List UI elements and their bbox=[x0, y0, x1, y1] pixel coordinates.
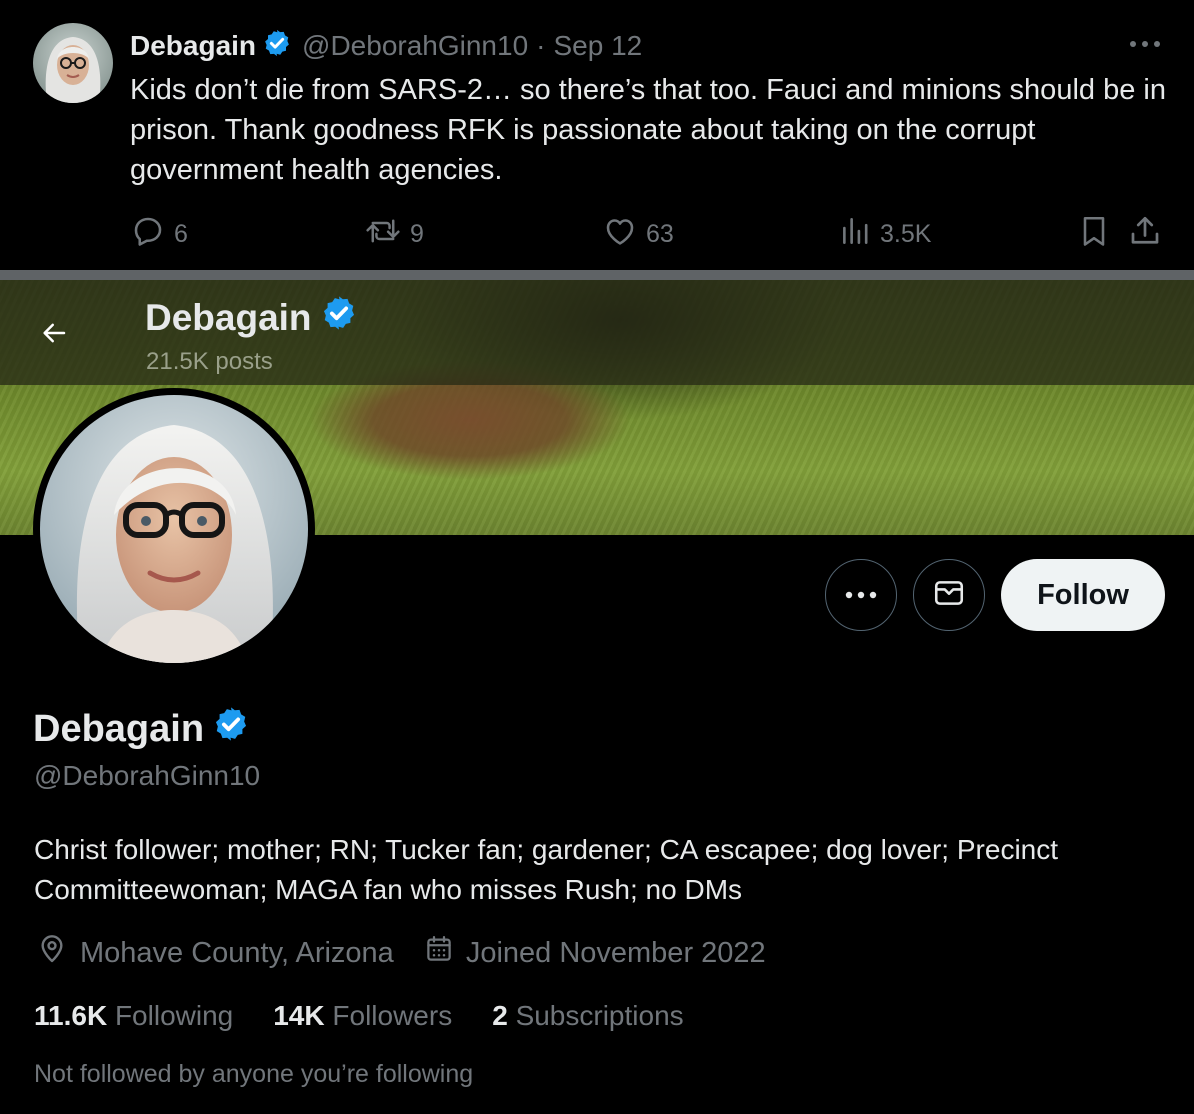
calendar-icon bbox=[424, 933, 466, 973]
views-button[interactable]: 3.5K bbox=[840, 212, 931, 256]
message-button[interactable] bbox=[913, 559, 985, 631]
tweet-header: Debagain @DeborahGinn10 · Sep 12 bbox=[130, 28, 642, 64]
verified-badge-icon[interactable] bbox=[262, 28, 292, 65]
follow-button[interactable]: Follow bbox=[1001, 559, 1165, 631]
location-pin-icon bbox=[36, 932, 80, 974]
followers-count: 14K bbox=[273, 1000, 325, 1031]
reply-count: 6 bbox=[174, 219, 188, 248]
profile-top-bar: Debagain 21.5K posts bbox=[0, 280, 1194, 385]
envelope-icon bbox=[932, 576, 966, 615]
verified-badge-icon[interactable] bbox=[320, 294, 358, 341]
followers-link[interactable]: 14K Followers bbox=[273, 1000, 452, 1032]
profile-stats: 11.6K Following 14K Followers 2 Subscrip… bbox=[34, 1000, 724, 1032]
back-arrow-icon[interactable] bbox=[34, 316, 74, 350]
separator-dot: · bbox=[536, 30, 546, 61]
subscriptions-link[interactable]: 2 Subscriptions bbox=[492, 1000, 683, 1032]
more-options-button[interactable] bbox=[825, 559, 897, 631]
like-button[interactable]: 63 bbox=[602, 212, 674, 256]
like-count: 63 bbox=[646, 219, 674, 248]
profile-meta: Mohave County, Arizona Joined November 2… bbox=[36, 932, 796, 974]
subscriptions-count: 2 bbox=[492, 1000, 508, 1031]
profile-bio: Christ follower; mother; RN; Tucker fan;… bbox=[34, 834, 1059, 905]
repost-button[interactable]: 9 bbox=[364, 212, 424, 256]
bookmark-icon bbox=[1076, 213, 1120, 256]
tweet-handle[interactable]: @DeborahGinn10 bbox=[302, 30, 528, 62]
share-button[interactable] bbox=[1126, 212, 1172, 256]
profile-handle: @DeborahGinn10 bbox=[34, 760, 261, 791]
location-item: Mohave County, Arizona bbox=[36, 932, 394, 974]
views-count: 3.5K bbox=[880, 219, 932, 248]
followed-by-note: Not followed by anyone you’re following bbox=[34, 1060, 474, 1088]
tweet[interactable]: Debagain @DeborahGinn10 · Sep 12 Kids do… bbox=[0, 0, 1194, 270]
verified-badge-icon[interactable] bbox=[212, 705, 250, 753]
tweet-date[interactable]: Sep 12 bbox=[553, 30, 642, 62]
profile-avatar[interactable] bbox=[33, 388, 315, 670]
screenshot-divider bbox=[0, 270, 1194, 280]
following-label: Following bbox=[114, 1000, 234, 1031]
bookmark-button[interactable] bbox=[1076, 212, 1120, 256]
location-text: Mohave County, Arizona bbox=[80, 936, 394, 969]
subscriptions-label: Subscriptions bbox=[515, 1000, 684, 1031]
more-icon bbox=[845, 586, 877, 604]
followers-label: Followers bbox=[332, 1000, 453, 1031]
tweet-avatar[interactable] bbox=[33, 23, 113, 103]
following-link[interactable]: 11.6K Following bbox=[34, 1000, 233, 1032]
following-count: 11.6K bbox=[34, 1000, 108, 1031]
tweet-actions: 6 9 63 3.5K bbox=[0, 212, 1194, 256]
repost-count: 9 bbox=[410, 219, 424, 248]
joined-text: Joined November 2022 bbox=[465, 936, 766, 969]
heart-icon bbox=[602, 213, 646, 256]
repost-icon bbox=[364, 213, 410, 256]
more-icon[interactable] bbox=[1128, 32, 1162, 56]
header-post-count: 21.5K posts bbox=[146, 348, 273, 375]
header-name: Debagain bbox=[145, 296, 312, 338]
profile-name-row: Debagain bbox=[33, 705, 250, 753]
header-name-row: Debagain bbox=[145, 294, 358, 341]
profile-name: Debagain bbox=[33, 707, 205, 750]
reply-button[interactable]: 6 bbox=[130, 212, 188, 256]
reply-icon bbox=[130, 213, 174, 256]
share-icon bbox=[1126, 213, 1172, 256]
views-icon bbox=[840, 213, 880, 256]
joined-item: Joined November 2022 bbox=[424, 933, 766, 973]
tweet-author-name[interactable]: Debagain bbox=[130, 30, 256, 62]
tweet-text: Kids don’t die from SARS-2… so there’s t… bbox=[130, 74, 1166, 186]
